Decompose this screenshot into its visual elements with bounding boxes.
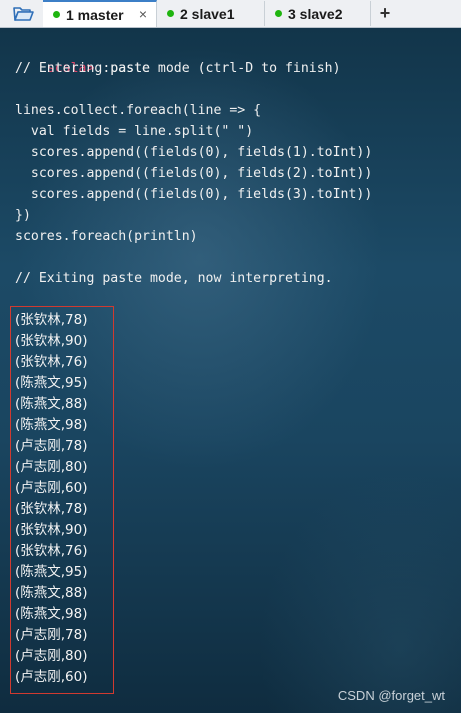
connected-dot-icon: [275, 10, 282, 17]
terminal-line: scores.append((fields(0), fields(1).toIn…: [15, 145, 373, 160]
result-line: (张钦林,90): [15, 522, 88, 538]
tab-slave2[interactable]: 3 slave2: [265, 1, 371, 26]
result-line: (卢志刚,60): [15, 669, 88, 685]
connected-dot-icon: [167, 10, 174, 17]
tab-slave1[interactable]: 2 slave1: [157, 1, 265, 26]
terminal-line: // Entering paste mode (ctrl-D to finish…: [15, 61, 341, 76]
result-line: (张钦林,78): [15, 312, 88, 328]
result-line: (卢志刚,80): [15, 648, 88, 664]
result-line: (陈燕文,88): [15, 585, 88, 601]
tab-label: 1 master: [66, 6, 124, 23]
terminal-line: }): [15, 208, 31, 223]
terminal-line: scores.foreach(println): [15, 229, 198, 244]
prompt-line: scala> :paste: [15, 37, 150, 76]
result-line: (陈燕文,88): [15, 396, 88, 412]
terminal-line: scores.append((fields(0), fields(3).toIn…: [15, 187, 373, 202]
terminal-line: // Exiting paste mode, now interpreting.: [15, 271, 333, 286]
result-line: (卢志刚,78): [15, 438, 88, 454]
terminal-line: val fields = line.split(" "): [15, 124, 254, 139]
tab-label: 2 slave1: [180, 5, 235, 22]
watermark: CSDN @forget_wt: [337, 688, 445, 703]
result-line: (卢志刚,80): [15, 459, 88, 475]
terminal-line: lines.collect.foreach(line => {: [15, 103, 262, 118]
result-line: (张钦林,78): [15, 501, 88, 517]
result-line: (陈燕文,95): [15, 564, 88, 580]
result-line: (陈燕文,98): [15, 606, 88, 622]
tab-bar: 1 master × 2 slave1 3 slave2 +: [0, 0, 461, 28]
folder-open-icon[interactable]: [6, 3, 40, 24]
connected-dot-icon: [53, 11, 60, 18]
result-line: (陈燕文,98): [15, 417, 88, 433]
terminal-line: scores.append((fields(0), fields(2).toIn…: [15, 166, 373, 181]
result-line: (卢志刚,60): [15, 480, 88, 496]
result-line: (张钦林,76): [15, 543, 88, 559]
tab-label: 3 slave2: [288, 5, 343, 22]
terminal-output[interactable]: scala> :paste // Entering paste mode (ct…: [0, 28, 461, 713]
result-line: (张钦林,76): [15, 354, 88, 370]
close-icon[interactable]: ×: [139, 6, 147, 22]
add-tab-icon[interactable]: +: [375, 2, 395, 24]
result-line: (陈燕文,95): [15, 375, 88, 391]
result-line: (卢志刚,78): [15, 627, 88, 643]
result-line: (张钦林,90): [15, 333, 88, 349]
tab-master[interactable]: 1 master ×: [43, 0, 157, 27]
